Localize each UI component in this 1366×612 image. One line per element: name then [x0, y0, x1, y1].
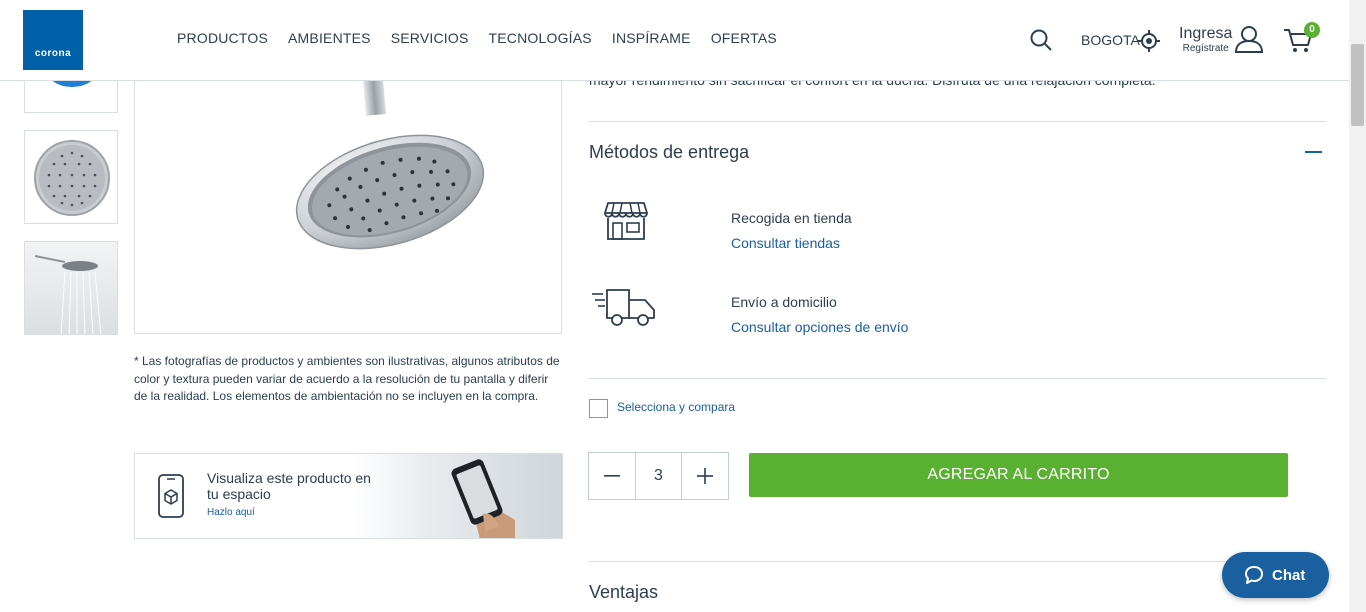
shower-ambient-thumbnail-image [34, 255, 102, 334]
collapse-icon[interactable] [1305, 151, 1322, 153]
quantity-stepper: 3 [588, 452, 729, 500]
compare-checkbox[interactable] [589, 399, 608, 418]
nav-ambientes[interactable]: AMBIENTES [288, 30, 371, 46]
site-header: corona PRODUCTOS AMBIENTES SERVICIOS TEC… [0, 0, 1349, 81]
store-icon [604, 202, 648, 240]
divider [588, 121, 1326, 122]
divider [588, 561, 1326, 562]
thumbnail-3[interactable] [24, 241, 118, 335]
delivery-truck-icon [592, 289, 655, 326]
nav-tecnologias[interactable]: TECNOLOGÍAS [489, 30, 592, 46]
nav-ofertas[interactable]: OFERTAS [711, 30, 777, 46]
delivery-methods-title[interactable]: Métodos de entrega [589, 142, 749, 163]
thumbnail-2[interactable] [24, 130, 118, 224]
image-disclaimer: * Las fotografías de productos y ambient… [134, 354, 560, 403]
ar-banner-title: Visualiza este producto en tu espacio [207, 470, 371, 502]
page-scrollbar[interactable] [1349, 0, 1366, 612]
chat-bubble-icon [1245, 566, 1263, 584]
minus-icon [604, 475, 620, 477]
home-delivery-label: Envío a domicilio [731, 294, 837, 310]
city-selector[interactable]: BOGOTA [1081, 32, 1140, 48]
ar-banner-link[interactable]: Hazlo aquí [207, 507, 255, 518]
main-nav: PRODUCTOS AMBIENTES SERVICIOS TECNOLOGÍA… [177, 30, 797, 46]
ar-view-banner[interactable]: Visualiza este producto en tu espacio Ha… [134, 453, 563, 539]
compare-label[interactable]: Selecciona y compara [617, 400, 735, 414]
add-to-cart-button[interactable]: AGREGAR AL CARRITO [749, 453, 1288, 497]
search-icon[interactable] [1029, 28, 1053, 52]
chat-label: Chat [1272, 566, 1306, 584]
nav-productos[interactable]: PRODUCTOS [177, 30, 268, 46]
login-link[interactable]: Ingresa Regístrate [1179, 25, 1232, 54]
login-label: Ingresa [1179, 25, 1233, 42]
chat-button[interactable]: Chat [1222, 552, 1329, 598]
logo-text: corona [34, 48, 72, 59]
location-target-icon[interactable] [1137, 29, 1161, 53]
main-product-image[interactable] [134, 40, 562, 334]
plus-icon [697, 468, 713, 484]
decrease-quantity-button[interactable] [589, 453, 635, 499]
showerhead-image [295, 40, 485, 250]
divider [588, 378, 1326, 379]
increase-quantity-button[interactable] [682, 453, 728, 499]
corona-logo[interactable]: corona [23, 10, 83, 70]
register-label: Regístrate [1182, 43, 1229, 54]
nav-servicios[interactable]: SERVICIOS [391, 30, 469, 46]
shipping-options-link[interactable]: Consultar opciones de envío [731, 319, 908, 335]
phone-cube-icon [158, 474, 184, 518]
nav-inspirame[interactable]: INSPÍRAME [612, 30, 691, 46]
hand-holding-phone-image [451, 459, 515, 538]
user-icon[interactable] [1234, 25, 1264, 53]
quantity-value[interactable]: 3 [635, 453, 682, 499]
showerhead-front-thumbnail-image [34, 140, 110, 216]
cart-count-badge: 0 [1304, 22, 1320, 38]
store-pickup-label: Recogida en tienda [731, 210, 852, 226]
scrollbar-thumb[interactable] [1351, 44, 1364, 126]
advantages-title[interactable]: Ventajas [589, 582, 658, 603]
check-stores-link[interactable]: Consultar tiendas [731, 235, 840, 251]
